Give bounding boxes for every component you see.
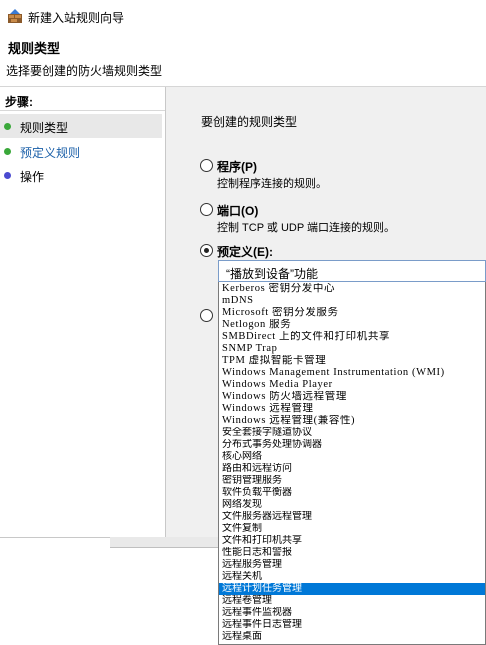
dropdown-option[interactable]: Windows 远程管理(兼容性) xyxy=(219,415,485,427)
predefined-rule-select[interactable]: “播放到设备”功能 xyxy=(218,260,486,282)
dropdown-option[interactable]: mDNS xyxy=(219,295,485,307)
title-bar: 新建入站规则向导 xyxy=(0,0,486,30)
steps-panel: 步骤: 规则类型 预定义规则 操作 xyxy=(0,87,166,537)
step-rule-type[interactable]: 规则类型 xyxy=(0,114,162,138)
rule-type-prompt: 要创建的规则类型 xyxy=(201,115,298,129)
dropdown-option[interactable]: Windows 防火墙远程管理 xyxy=(219,391,485,403)
wizard-header: 规则类型 选择要创建的防火墙规则类型 xyxy=(0,30,486,86)
custom-radio[interactable] xyxy=(200,309,213,322)
predefined-radio-label[interactable]: 预定义(E): xyxy=(217,243,273,260)
dropdown-option[interactable]: 文件复制 xyxy=(219,523,485,535)
dropdown-option[interactable]: 网络发现 xyxy=(219,499,485,511)
port-radio-label[interactable]: 端口(O) xyxy=(217,202,258,219)
dropdown-option[interactable]: 文件和打印机共享 xyxy=(219,535,485,547)
port-radio[interactable] xyxy=(200,203,213,216)
dropdown-option[interactable]: 安全套接字隧道协议 xyxy=(219,427,485,439)
dropdown-option[interactable]: Windows 远程管理 xyxy=(219,403,485,415)
step-action[interactable]: 操作 xyxy=(0,163,162,187)
firewall-wizard-icon xyxy=(8,9,22,23)
dropdown-option[interactable]: Microsoft 密钥分发服务 xyxy=(219,307,485,319)
predefined-radio[interactable] xyxy=(200,244,213,257)
button-bar-edge xyxy=(110,537,218,548)
program-radio-desc: 控制程序连接的规则。 xyxy=(217,178,327,190)
program-radio[interactable] xyxy=(200,159,213,172)
dropdown-option[interactable]: 分布式事务处理协调器 xyxy=(219,439,485,451)
steps-divider xyxy=(0,110,165,111)
predefined-rule-dropdown-list[interactable]: Kerberos 密钥分发中心 mDNS Microsoft 密钥分发服务 Netlo… xyxy=(218,282,486,645)
steps-title: 步骤: xyxy=(5,95,33,109)
dropdown-option[interactable]: 软件负载平衡器 xyxy=(219,487,485,499)
dropdown-option[interactable]: Kerberos 密钥分发中心 xyxy=(219,283,485,295)
dropdown-option[interactable]: TPM 虚拟智能卡管理 xyxy=(219,355,485,367)
page-title: 规则类型 xyxy=(8,41,61,56)
dropdown-option[interactable]: Windows Management Instrumentation (WMI) xyxy=(219,367,485,379)
dropdown-option[interactable]: 远程关机 xyxy=(219,571,485,583)
step-label: 预定义规则 xyxy=(20,146,81,160)
step-label: 规则类型 xyxy=(20,121,69,135)
dropdown-option[interactable]: Netlogon 服务 xyxy=(219,319,485,331)
step-predefined-rules[interactable]: 预定义规则 xyxy=(0,139,162,163)
dropdown-option[interactable]: 性能日志和警报 xyxy=(219,547,485,559)
dropdown-option[interactable]: 远程桌面 xyxy=(219,631,485,643)
dropdown-option[interactable]: 密钥管理服务 xyxy=(219,475,485,487)
step-bullet-icon xyxy=(4,148,11,155)
step-bullet-icon xyxy=(4,172,11,179)
dropdown-option[interactable]: 路由和远程访问 xyxy=(219,463,485,475)
dropdown-option[interactable]: 文件服务器远程管理 xyxy=(219,511,485,523)
port-radio-desc: 控制 TCP 或 UDP 端口连接的规则。 xyxy=(217,222,396,234)
dropdown-option[interactable]: 远程服务管理 xyxy=(219,559,485,571)
window-title: 新建入站规则向导 xyxy=(28,11,125,25)
dropdown-option[interactable]: 远程计划任务管理 xyxy=(219,583,485,595)
dropdown-option[interactable]: 远程事件监视器 xyxy=(219,607,485,619)
dropdown-option[interactable]: 远程事件日志管理 xyxy=(219,619,485,631)
page-subtitle: 选择要创建的防火墙规则类型 xyxy=(6,64,163,78)
dropdown-option[interactable]: SNMP Trap xyxy=(219,343,485,355)
dropdown-option[interactable]: SMBDirect 上的文件和打印机共享 xyxy=(219,331,485,343)
step-label: 操作 xyxy=(20,170,45,184)
dropdown-option[interactable]: 远程卷管理 xyxy=(219,595,485,607)
program-radio-label[interactable]: 程序(P) xyxy=(217,158,257,175)
predefined-select-value: “播放到设备”功能 xyxy=(226,267,318,281)
dropdown-option[interactable]: Windows Media Player xyxy=(219,379,485,391)
step-bullet-icon xyxy=(4,123,11,130)
dropdown-option[interactable]: 核心网络 xyxy=(219,451,485,463)
